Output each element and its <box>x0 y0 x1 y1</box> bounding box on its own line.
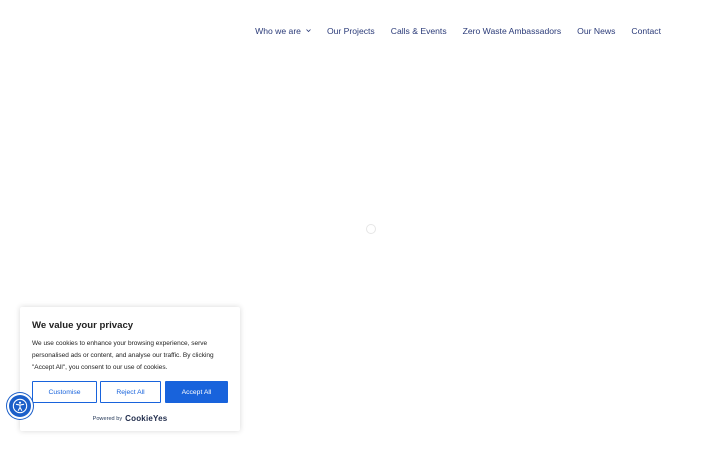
nav-item-who-we-are[interactable]: Who we are <box>255 26 311 36</box>
nav-item-label: Zero Waste Ambassadors <box>462 26 562 36</box>
nav-item-zero-waste-ambassadors[interactable]: Zero Waste Ambassadors <box>463 26 562 36</box>
powered-by-label: Powered by <box>92 415 123 422</box>
loading-spinner <box>366 224 376 234</box>
cookie-banner: We value your privacy We use cookies to … <box>20 307 240 431</box>
nav-item-calls-events[interactable]: Calls & Events <box>391 26 447 36</box>
cookie-title: We value your privacy <box>32 320 134 331</box>
cookie-description: We use cookies to enhance your browsing … <box>32 340 214 371</box>
site-header: Who we are Our Projects Calls & Events Z… <box>0 0 720 66</box>
nav-item-label: Who we are <box>255 26 301 36</box>
nav-item-label: Our News <box>577 26 616 36</box>
nav-item-label: Contact <box>631 26 661 36</box>
nav-item-our-news[interactable]: Our News <box>577 26 615 36</box>
nav-item-label: Calls & Events <box>390 26 447 36</box>
powered-by: Powered by CookieYes <box>20 414 240 423</box>
nav-item-contact[interactable]: Contact <box>631 26 661 36</box>
accessibility-icon <box>12 398 28 414</box>
nav-item-our-projects[interactable]: Our Projects <box>327 26 375 36</box>
main-nav: Who we are Our Projects Calls & Events Z… <box>255 26 661 36</box>
nav-item-label: Our Projects <box>326 26 375 36</box>
cookieyes-logo[interactable]: CookieYes <box>125 414 167 423</box>
chevron-down-icon <box>306 28 311 32</box>
reject-all-button[interactable]: Reject All <box>100 381 161 403</box>
customise-button[interactable]: Customise <box>32 381 97 403</box>
accessibility-button[interactable] <box>9 395 31 417</box>
accept-all-button[interactable]: Accept All <box>165 381 228 403</box>
